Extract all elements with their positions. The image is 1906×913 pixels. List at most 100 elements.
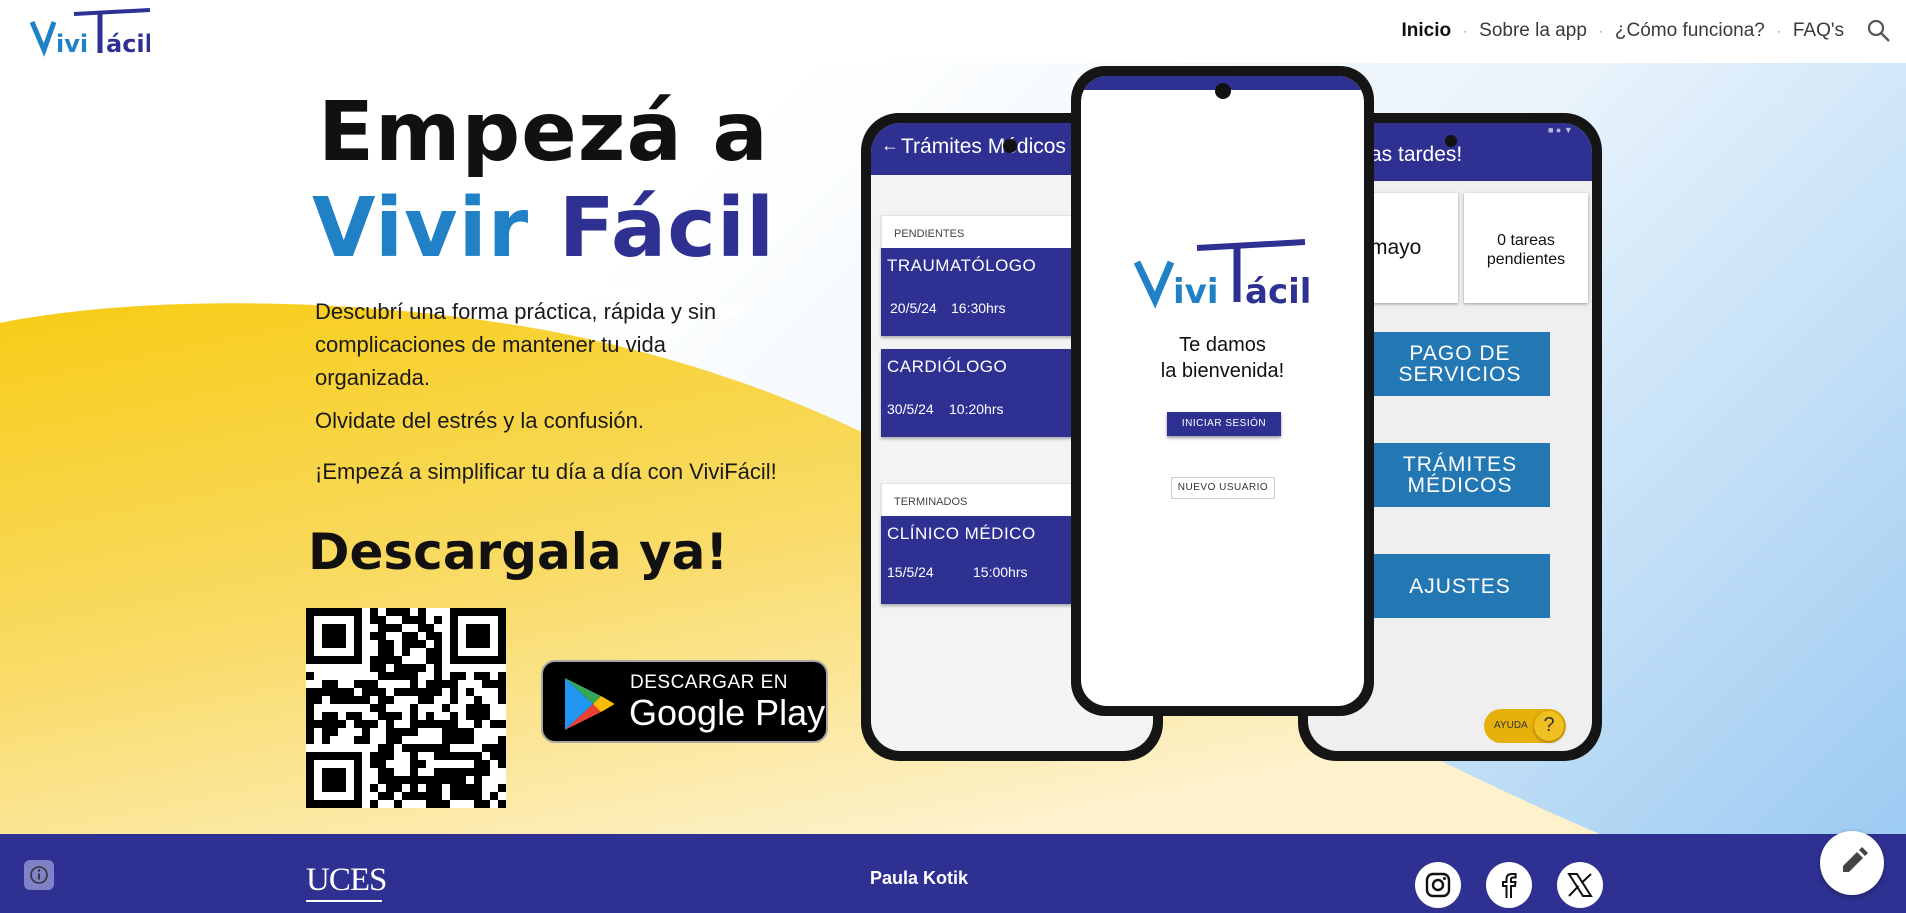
google-play-badge[interactable]: DESCARGAR EN Google Play: [541, 660, 828, 743]
qr-module: [434, 680, 442, 688]
qr-module: [378, 760, 386, 768]
qr-module: [410, 664, 418, 672]
login-button[interactable]: INICIAR SESIÓN: [1167, 412, 1281, 436]
qr-finder: [322, 768, 346, 792]
qr-module: [426, 648, 434, 656]
qr-module: [466, 736, 474, 744]
hero-title-word-facil: Fácil: [558, 181, 776, 276]
qr-module: [466, 712, 474, 720]
hero-paragraph-2: Olvidate del estrés y la confusión.: [315, 408, 644, 433]
facebook-link[interactable]: [1486, 862, 1532, 908]
qr-module: [474, 704, 482, 712]
qr-module: [474, 792, 482, 800]
qr-module: [362, 736, 370, 744]
card-time: 16:30hrs: [951, 300, 1006, 316]
help-icon: ?: [1534, 711, 1564, 741]
qr-module: [442, 776, 450, 784]
qr-module: [458, 728, 466, 736]
qr-module: [354, 680, 362, 688]
qr-module: [434, 752, 442, 760]
nav-link-faq[interactable]: FAQ's: [1793, 20, 1844, 42]
btn-line: TRÁMITES: [1402, 453, 1518, 476]
hero-paragraph-3: ¡Empezá a simplificar tu día a día con V…: [315, 459, 777, 484]
qr-module: [402, 664, 410, 672]
qr-module: [466, 704, 474, 712]
qr-module: [410, 680, 418, 688]
qr-module: [314, 688, 322, 696]
qr-module: [426, 776, 434, 784]
btn-line: SERVICIOS: [1398, 363, 1522, 386]
qr-module: [434, 616, 442, 624]
qr-module: [402, 792, 410, 800]
qr-module: [418, 792, 426, 800]
qr-module: [498, 784, 506, 792]
qr-module: [378, 704, 386, 712]
hero-section: Empezá a Vivir Fácil Descubrí una forma …: [0, 63, 1906, 834]
tramites-medicos-button[interactable]: TRÁMITES MÉDICOS: [1370, 443, 1550, 507]
search-icon[interactable]: [1866, 18, 1892, 44]
welcome-text: Te damos la bienvenida!: [1081, 332, 1364, 384]
qr-module: [410, 768, 418, 776]
edit-pencil-icon[interactable]: [1820, 831, 1884, 895]
info-icon[interactable]: [24, 860, 54, 890]
qr-module: [370, 608, 378, 616]
qr-module: [354, 720, 362, 728]
camera-dot: [1003, 139, 1017, 153]
nav-link-como[interactable]: ¿Cómo funciona?: [1615, 20, 1765, 42]
nav-link-inicio[interactable]: Inicio: [1402, 20, 1452, 42]
qr-module: [418, 760, 426, 768]
qr-module: [386, 720, 394, 728]
qr-module: [394, 776, 402, 784]
x-link[interactable]: [1557, 862, 1603, 908]
qr-module: [410, 784, 418, 792]
qr-module: [386, 728, 394, 736]
qr-module: [426, 744, 434, 752]
qr-module: [490, 680, 498, 688]
qr-module: [370, 784, 378, 792]
hero-title-word-vivir: Vivir: [312, 181, 530, 276]
back-arrow-icon[interactable]: ←: [881, 135, 899, 156]
ajustes-button[interactable]: AJUSTES: [1370, 554, 1550, 618]
download-heading: Descargala ya!: [308, 523, 729, 581]
left-header-title: Trámites Médicos: [901, 135, 1066, 158]
qr-module: [482, 744, 490, 752]
new-user-button[interactable]: NUEVO USUARIO: [1171, 477, 1275, 499]
qr-module: [410, 760, 418, 768]
btn-line: PAGO DE: [1409, 342, 1511, 365]
qr-module: [498, 744, 506, 752]
qr-module: [410, 616, 418, 624]
qr-module: [346, 696, 354, 704]
qr-module: [434, 648, 442, 656]
help-button[interactable]: AYUDA ?: [1484, 709, 1566, 743]
qr-finder: [322, 624, 346, 648]
x-icon: [1567, 873, 1593, 897]
google-play-icon: [565, 678, 614, 730]
qr-module: [402, 616, 410, 624]
qr-module: [306, 688, 314, 696]
qr-module: [378, 664, 386, 672]
qr-module: [474, 776, 482, 784]
qr-module: [418, 664, 426, 672]
uces-logo[interactable]: UCES: [306, 862, 387, 899]
instagram-link[interactable]: [1415, 862, 1461, 908]
qr-module: [362, 688, 370, 696]
qr-module: [410, 720, 418, 728]
qr-module: [386, 648, 394, 656]
qr-module: [402, 776, 410, 784]
qr-module: [394, 688, 402, 696]
author-name: Paula Kotik: [870, 868, 969, 888]
camera-dot: [1445, 135, 1457, 147]
qr-module: [434, 800, 442, 808]
qr-module: [314, 720, 322, 728]
qr-module: [426, 632, 434, 640]
qr-module: [410, 688, 418, 696]
vivifacil-logo[interactable]: ivi ácil: [29, 8, 153, 58]
qr-module: [442, 736, 450, 744]
qr-module: [450, 784, 458, 792]
nav-separator: ·: [1463, 24, 1468, 38]
qr-module: [370, 616, 378, 624]
nav-link-sobre[interactable]: Sobre la app: [1479, 20, 1587, 42]
pago-servicios-button[interactable]: PAGO DE SERVICIOS: [1370, 332, 1550, 396]
qr-module: [362, 696, 370, 704]
qr-module: [418, 624, 426, 632]
